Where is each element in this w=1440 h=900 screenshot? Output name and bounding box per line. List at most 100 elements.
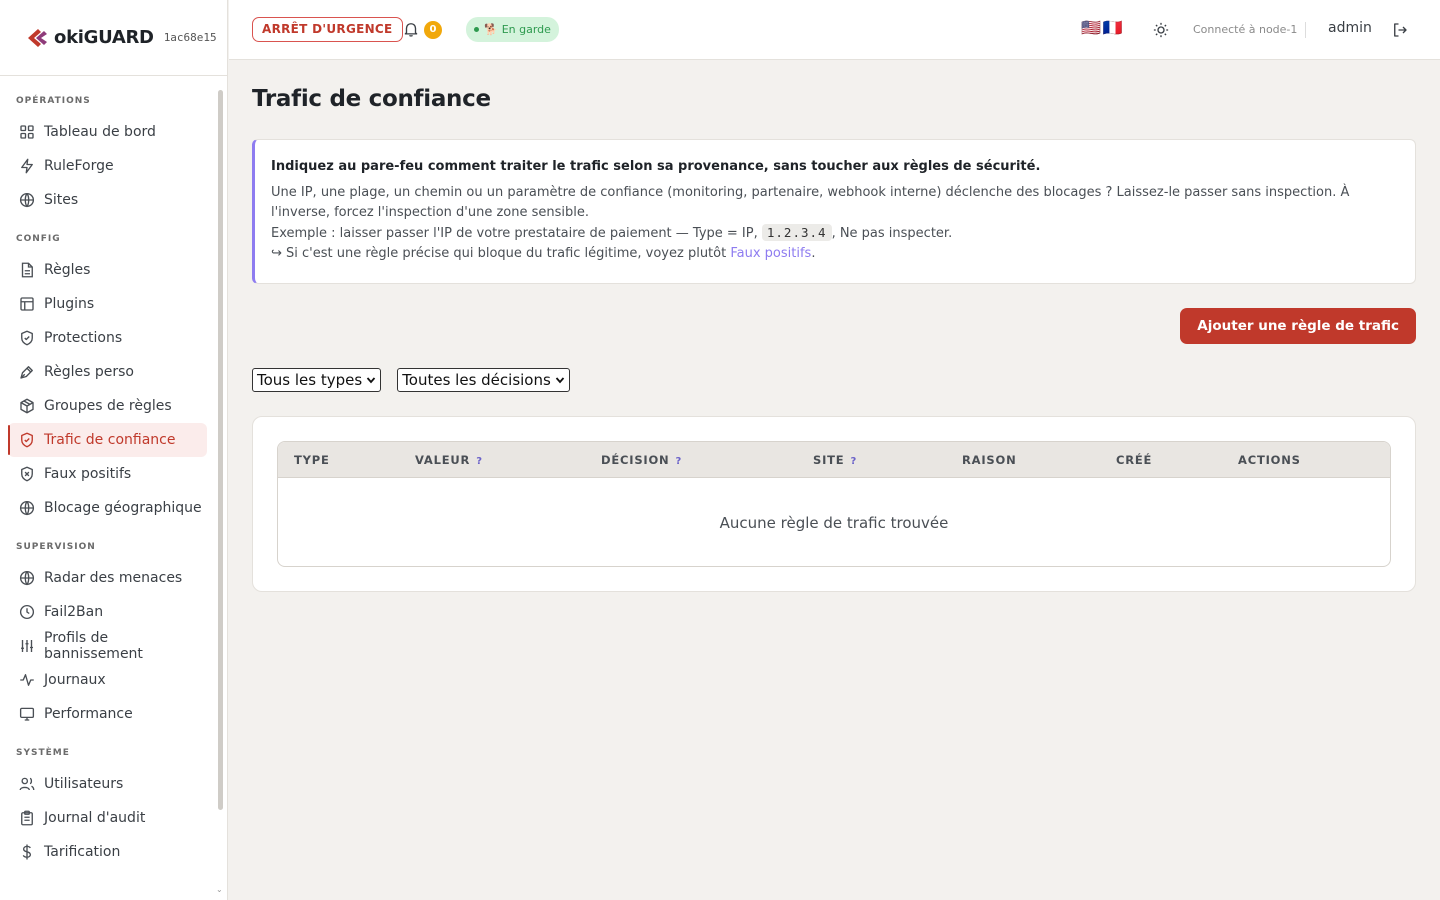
column-header-raison[interactable]: RAISON: [962, 442, 1017, 478]
sidebar-item-label: Fail2Ban: [44, 604, 104, 620]
filters: Tous les types Toutes les décisions: [252, 368, 586, 392]
sidebar-item-label: Trafic de confiance: [44, 432, 176, 448]
info-hint: ↪ Si c'est une règle précise qui bloque …: [271, 244, 1399, 264]
sidebar-item-label: Tarification: [44, 844, 121, 860]
build-hash: 1ac68e15: [163, 31, 217, 44]
status-dot: [474, 27, 479, 32]
info-callout: Indiquez au pare-feu comment traiter le …: [252, 139, 1416, 284]
scroll-down-icon[interactable]: ⌄: [216, 885, 223, 894]
decision-filter-value: Toutes les décisions: [402, 371, 551, 389]
sidebar-item-sites[interactable]: Sites: [8, 183, 207, 217]
add-traffic-rule-button[interactable]: Ajouter une règle de trafic: [1180, 308, 1416, 344]
logout-icon[interactable]: [1391, 21, 1409, 39]
sidebar-nav: OPÉRATIONS Tableau de bord RuleForge Sit…: [0, 77, 215, 869]
sidebar-item-performance[interactable]: Performance: [8, 697, 207, 731]
column-header-site[interactable]: SITE?: [813, 442, 857, 478]
info-example: Exemple : laisser passer l'IP de votre p…: [271, 223, 1399, 244]
info-lead: Indiquez au pare-feu comment traiter le …: [271, 159, 1041, 174]
help-icon[interactable]: ?: [850, 456, 857, 467]
help-icon[interactable]: ?: [675, 456, 682, 467]
sidebar-item-label: Règles: [44, 262, 91, 278]
sidebar-item-profils-de-bannissement[interactable]: Profils de bannissement: [8, 629, 207, 663]
column-header-decision[interactable]: DÉCISION?: [601, 442, 682, 478]
sidebar-item-label: Performance: [44, 706, 133, 722]
type-filter-select[interactable]: Tous les types: [252, 368, 382, 392]
traffic-rules-table: TYPE VALEUR? DÉCISION? SITE? RAISON CRÉÉ…: [277, 441, 1391, 567]
section-title-supervision: SUPERVISION: [16, 542, 96, 552]
brand-name: okiGUARD: [54, 27, 154, 48]
guard-status-label: En garde: [501, 23, 551, 36]
sidebar-item-journaux[interactable]: Journaux: [8, 663, 207, 697]
globe-icon: [19, 500, 35, 516]
bell-icon[interactable]: [402, 20, 420, 38]
page-title: Trafic de confiance: [252, 86, 491, 112]
sidebar-item-ruleforge[interactable]: RuleForge: [8, 149, 207, 183]
column-header-valeur[interactable]: VALEUR?: [415, 442, 483, 478]
grid-icon: [20, 125, 34, 139]
document-icon: [21, 262, 33, 278]
column-header-cree[interactable]: CRÉÉ: [1116, 442, 1152, 478]
sidebar-scrollbar[interactable]: [218, 90, 223, 810]
sidebar-item-label: Sites: [44, 192, 79, 208]
sidebar-item-protections[interactable]: Protections: [8, 321, 207, 355]
section-title-config: CONFIG: [16, 234, 61, 244]
bolt-icon: [21, 158, 33, 174]
table-header: TYPE VALEUR? DÉCISION? SITE? RAISON CRÉÉ…: [278, 442, 1390, 478]
chevron-down-icon: [367, 377, 376, 384]
sidebar-item-label: Groupes de règles: [44, 398, 172, 414]
decision-filter-select[interactable]: Toutes les décisions: [397, 368, 570, 392]
example-prefix: Exemple : laisser passer l'IP de votre p…: [271, 226, 762, 241]
sidebar-item-label: RuleForge: [44, 158, 114, 174]
sidebar-item-blocage-geographique[interactable]: Blocage géographique: [8, 491, 207, 525]
notifications-badge: 0: [424, 21, 442, 39]
package-icon: [20, 398, 34, 414]
sidebar-item-journal-d-audit[interactable]: Journal d'audit: [8, 801, 207, 835]
rules-card: TYPE VALEUR? DÉCISION? SITE? RAISON CRÉÉ…: [252, 416, 1416, 592]
emergency-stop-button[interactable]: ARRÊT D'URGENCE: [252, 17, 403, 42]
sidebar-item-regles[interactable]: Règles: [8, 253, 207, 287]
sidebar-item-tableau-de-bord[interactable]: Tableau de bord: [8, 115, 207, 149]
sidebar-item-tarification[interactable]: Tarification: [8, 835, 207, 869]
user-name[interactable]: admin: [1328, 20, 1372, 36]
layout-icon: [20, 297, 34, 311]
sidebar-item-label: Protections: [44, 330, 123, 346]
activity-icon: [20, 674, 34, 686]
topbar: ARRÊT D'URGENCE 0 🐕 En garde 🇺🇸🇫🇷 Connec…: [229, 0, 1440, 60]
connection-status: Connecté à node-1: [1193, 22, 1307, 38]
brand[interactable]: okiGUARD 1ac68e15: [0, 0, 227, 76]
guard-status-badge[interactable]: 🐕 En garde: [466, 17, 559, 42]
sun-icon[interactable]: [1152, 21, 1170, 39]
section-title-operations: OPÉRATIONS: [16, 96, 91, 106]
section-title-systeme: SYSTÈME: [16, 748, 70, 758]
pen-icon: [20, 366, 33, 379]
sliders-icon: [21, 640, 33, 652]
sidebar-item-label: Radar des menaces: [44, 570, 183, 586]
globe-icon: [19, 192, 35, 208]
sidebar-item-label: Profils de bannissement: [44, 630, 143, 662]
logo-icon: [28, 28, 47, 47]
users-icon: [19, 777, 35, 791]
sidebar-item-groupes-de-regles[interactable]: Groupes de règles: [8, 389, 207, 423]
sidebar-item-label: Tableau de bord: [44, 124, 156, 140]
sidebar-item-label: Journaux: [44, 672, 106, 688]
help-icon[interactable]: ?: [476, 456, 483, 467]
sidebar-item-trafic-de-confiance[interactable]: Trafic de confiance: [8, 423, 207, 457]
column-header-actions: ACTIONS: [1238, 453, 1301, 467]
sidebar-item-faux-positifs[interactable]: Faux positifs: [8, 457, 207, 491]
globe-icon: [19, 570, 35, 586]
empty-state: Aucune règle de trafic trouvée: [719, 514, 949, 532]
shield-check-icon: [21, 330, 33, 346]
sidebar-item-radar-des-menaces[interactable]: Radar des menaces: [8, 561, 207, 595]
faux-positifs-link[interactable]: Faux positifs: [730, 246, 811, 261]
column-header-type[interactable]: TYPE: [294, 442, 330, 478]
sidebar-item-label: Plugins: [44, 296, 95, 312]
sidebar-item-label: Faux positifs: [44, 466, 132, 482]
example-suffix: , Ne pas inspecter.: [831, 226, 953, 241]
sidebar-item-utilisateurs[interactable]: Utilisateurs: [8, 767, 207, 801]
sidebar-item-regles-perso[interactable]: Règles perso: [8, 355, 207, 389]
sidebar-item-fail2ban[interactable]: Fail2Ban: [8, 595, 207, 629]
sidebar-item-plugins[interactable]: Plugins: [8, 287, 207, 321]
sidebar-item-label: Règles perso: [44, 364, 134, 380]
language-switcher[interactable]: 🇺🇸🇫🇷: [1081, 18, 1125, 38]
info-body: Une IP, une plage, un chemin ou un param…: [271, 185, 1350, 220]
